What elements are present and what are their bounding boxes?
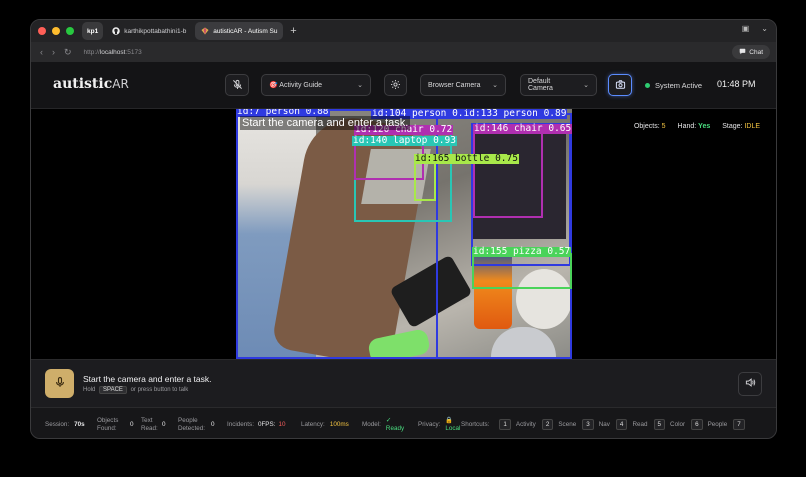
speaker-icon — [745, 375, 756, 393]
mode-select[interactable]: 🎯 Activity Guide ⌄ — [261, 74, 371, 96]
voice-bar: Start the camera and enter a task. Hold … — [31, 359, 776, 407]
app-header: autisticAR 🎯 Activity Guide ⌄ Browser Ca… — [31, 62, 776, 109]
shortcut-7[interactable]: 7 — [733, 419, 750, 430]
tabstrip-right-controls: ▣ ⌄ — [742, 24, 768, 33]
det-label: id:155 pizza 0.57 — [472, 246, 572, 257]
speaker-button[interactable] — [738, 372, 762, 396]
chat-bubble-icon — [739, 48, 746, 57]
camera-icon — [615, 79, 626, 92]
app-icon — [201, 27, 209, 35]
close-tab-icon[interactable]: ✕ — [283, 27, 284, 35]
window-controls — [38, 27, 74, 35]
capture-button[interactable] — [608, 74, 632, 96]
app-logo: autisticAR — [53, 76, 129, 92]
task-overlay: Start the camera and enter a task. — [240, 116, 411, 130]
video-stage: id:7 person 0.88 id:104 person 0.id:133 … — [31, 109, 776, 359]
reload-icon[interactable]: ↻ — [64, 47, 72, 58]
chevron-down-icon: ⌄ — [357, 82, 363, 89]
shortcuts: Shortcuts: 1 Activity 2 Scene 3 Nav 4 Read 5… — [461, 408, 750, 438]
stat-privacy: Privacy: 🔒 Local — [418, 416, 461, 432]
talk-button[interactable] — [45, 369, 74, 398]
camera-source-select[interactable]: Browser Camera ⌄ — [420, 74, 506, 96]
mic-off-icon — [232, 79, 243, 92]
check-icon: ✓ — [385, 416, 392, 424]
forward-icon[interactable]: › — [52, 47, 55, 57]
system-status: System Active — [645, 81, 702, 90]
stat-people: People Detected: 0 — [178, 417, 215, 432]
stat-text: Text Read: 0 — [141, 417, 166, 432]
det-label: id:140 laptop 0.93 — [352, 135, 457, 146]
chevron-down-icon[interactable]: ⌄ — [761, 24, 768, 33]
shortcut-nav[interactable]: 3 Nav — [582, 419, 610, 430]
det-label: id:165 bottle 0.75 — [414, 153, 519, 164]
maximize-window-button[interactable] — [66, 27, 74, 35]
shortcut-read[interactable]: 4 Read — [615, 419, 648, 430]
close-window-button[interactable] — [38, 27, 46, 35]
clock: 01:48 PM — [717, 79, 756, 89]
shortcut-activity[interactable]: 1 Activity — [499, 419, 536, 430]
shortcut-color[interactable]: 5 Color — [653, 419, 685, 430]
mute-mic-button[interactable] — [225, 74, 249, 96]
voice-hint: Hold SPACE or press button to talk — [83, 386, 189, 394]
target-icon: 🎯 — [269, 82, 278, 89]
minimize-window-button[interactable] — [52, 27, 60, 35]
stats-footer: Session: 70s Objects Found: 0 Text Read: 0 … — [31, 407, 776, 438]
new-tab-icon[interactable]: + — [290, 25, 296, 37]
bbox-chair-146 — [473, 125, 543, 218]
stat-incidents: Incidents: 0FPS: 10 — [227, 420, 286, 428]
settings-button[interactable] — [384, 74, 407, 96]
stat-objects: Objects Found: 0 — [97, 417, 134, 432]
tab-group-kp1[interactable]: kp1 — [82, 22, 104, 40]
camera-device-select[interactable]: Default Camera ⌄ — [520, 74, 597, 96]
tab-autisticar[interactable]: autisticAR - Autism Su ✕ — [195, 22, 284, 40]
camera-feed: id:7 person 0.88 id:104 person 0.id:133 … — [236, 109, 572, 359]
shortcut-scene[interactable]: 2 Scene — [541, 419, 576, 430]
hud-stage: Stage: IDLE — [722, 123, 760, 130]
address-bar: ‹ › ↻ http://localhost:5173 Chat — [31, 42, 776, 62]
chat-button[interactable]: Chat — [732, 45, 770, 59]
stat-session: Session: 70s — [45, 420, 85, 428]
hud-hand: Hand: Yes — [677, 123, 711, 130]
bbox-pizza-155 — [472, 253, 572, 289]
hud-overlay: Objects: 5 Hand: Yes Stage: IDLE — [634, 123, 760, 130]
back-icon[interactable]: ‹ — [40, 47, 43, 57]
tab-github[interactable]: karthikpottabathini1-b — [106, 22, 192, 40]
url-field[interactable]: http://localhost:5173 — [84, 49, 142, 56]
det-label: id:146 chair 0.65 — [473, 123, 572, 134]
gear-icon — [390, 79, 401, 92]
shortcut-people[interactable]: 6 People — [691, 419, 727, 430]
stat-model: Model: ✓ Ready — [362, 416, 405, 432]
bbox-bottle-165 — [414, 161, 436, 201]
status-dot-icon — [645, 83, 650, 88]
tab-strip: kp1 karthikpottabathini1-b autisticAR - … — [31, 20, 776, 42]
browser-window: kp1 karthikpottabathini1-b autisticAR - … — [30, 19, 777, 439]
voice-prompt: Start the camera and enter a task. — [83, 374, 212, 384]
github-icon — [112, 27, 120, 35]
chevron-down-icon: ⌄ — [583, 82, 589, 89]
mic-icon — [54, 375, 66, 393]
chevron-down-icon: ⌄ — [492, 82, 498, 89]
lock-icon: 🔒 — [445, 416, 454, 424]
hud-objects: Objects: 5 — [633, 123, 666, 130]
tab-sidebar-icon[interactable]: ▣ — [742, 24, 750, 33]
stat-latency: Latency: 100ms — [301, 420, 349, 428]
